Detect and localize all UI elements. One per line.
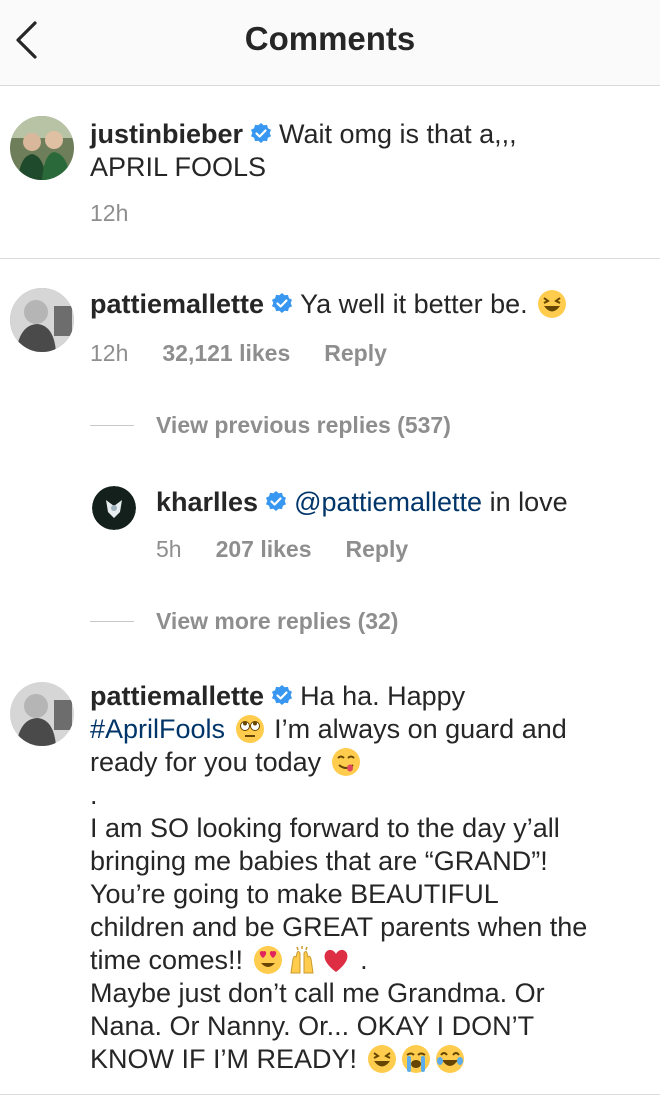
mention-link[interactable]: @pattiemallette — [294, 487, 482, 517]
comment-body-line3: ready for you today — [90, 747, 322, 777]
hashtag-link[interactable]: #AprilFools — [90, 714, 225, 744]
top-bar: Comments — [0, 0, 660, 86]
view-previous-replies[interactable]: View previous replies (537) — [90, 412, 451, 439]
tears-of-joy-emoji — [435, 1045, 464, 1073]
divider — [0, 1094, 660, 1095]
comment-body: Wait omg is that a,,, — [279, 119, 517, 149]
comment-body-line12: KNOW IF I’M READY! — [90, 1044, 358, 1074]
comment-body-line9-end: . — [352, 945, 368, 975]
comment-text: justinbieber Wait omg is that a,,, APRIL … — [90, 118, 630, 184]
comment-body-line8: children and be GREAT parents when the — [90, 912, 588, 942]
reply-time: 5h — [156, 536, 182, 562]
comment-time: 12h — [90, 200, 129, 226]
avatar[interactable] — [10, 288, 74, 352]
avatar[interactable] — [92, 486, 136, 530]
comment-meta: 12h 32,121 likes Reply — [90, 340, 421, 367]
view-previous-replies-label: View previous replies (537) — [156, 412, 451, 438]
comment-body-line7: You’re going to make BEAUTIFUL — [90, 879, 499, 909]
comment-username[interactable]: justinbieber — [90, 119, 243, 149]
comment-body-line9: time comes!! — [90, 945, 244, 975]
view-more-replies[interactable]: View more replies (32) — [90, 608, 398, 635]
red-heart-emoji — [324, 949, 347, 972]
page-title: Comments — [244, 20, 416, 57]
verified-badge-icon — [272, 685, 293, 705]
comment-text: pattiemallette Ha ha. Happy #AprilFools I… — [90, 680, 650, 1076]
reply-button[interactable]: Reply — [324, 340, 387, 367]
comment-body-dot: . — [90, 780, 98, 810]
raised-hands-emoji — [289, 946, 314, 974]
reply-text: kharlles @pattiemallette in love — [156, 486, 636, 519]
comment-text: pattiemallette Ya well it better be. — [90, 288, 640, 321]
heart-eyes-emoji — [253, 946, 282, 974]
comment-time: 12h — [90, 340, 129, 366]
comment-username[interactable]: pattiemallette — [90, 289, 264, 319]
comment-body: Ya well it better be. — [300, 289, 528, 319]
comment-body-line2: I’m always on guard and — [266, 714, 567, 744]
reply-button[interactable]: Reply — [346, 536, 409, 563]
reply-username[interactable]: kharlles — [156, 487, 258, 517]
likes-count[interactable]: 207 likes — [216, 536, 312, 563]
reply-meta: 5h 207 likes Reply — [156, 536, 442, 563]
laughing-emoji — [538, 290, 567, 318]
divider — [0, 258, 660, 259]
comment-body-line6: bringing me babies that are “GRAND”! — [90, 846, 548, 876]
crying-emoji — [401, 1045, 430, 1073]
comment-username[interactable]: pattiemallette — [90, 681, 264, 711]
reply-body: in love — [482, 487, 568, 517]
avatar[interactable] — [10, 116, 74, 180]
verified-badge-icon — [251, 123, 272, 143]
divider — [90, 621, 134, 622]
comment-body-line2: APRIL FOOLS — [90, 152, 267, 182]
yum-emoji — [331, 748, 360, 776]
verified-badge-icon — [266, 491, 287, 511]
comment-body-line1: Ha ha. Happy — [300, 681, 466, 711]
rolling-eyes-emoji — [235, 715, 264, 743]
view-more-replies-label: View more replies (32) — [156, 608, 399, 634]
avatar[interactable] — [10, 682, 74, 746]
laughing-emoji — [367, 1045, 396, 1073]
comment-body-line5: I am SO looking forward to the day y’all — [90, 813, 560, 843]
likes-count[interactable]: 32,121 likes — [162, 340, 290, 367]
comment-body-line10: Maybe just don’t call me Grandma. Or — [90, 978, 545, 1008]
comment-body-line11: Nana. Or Nanny. Or... OKAY I DON’T — [90, 1011, 535, 1041]
divider — [90, 425, 134, 426]
verified-badge-icon — [272, 293, 293, 313]
comment-meta: 12h — [90, 200, 162, 227]
